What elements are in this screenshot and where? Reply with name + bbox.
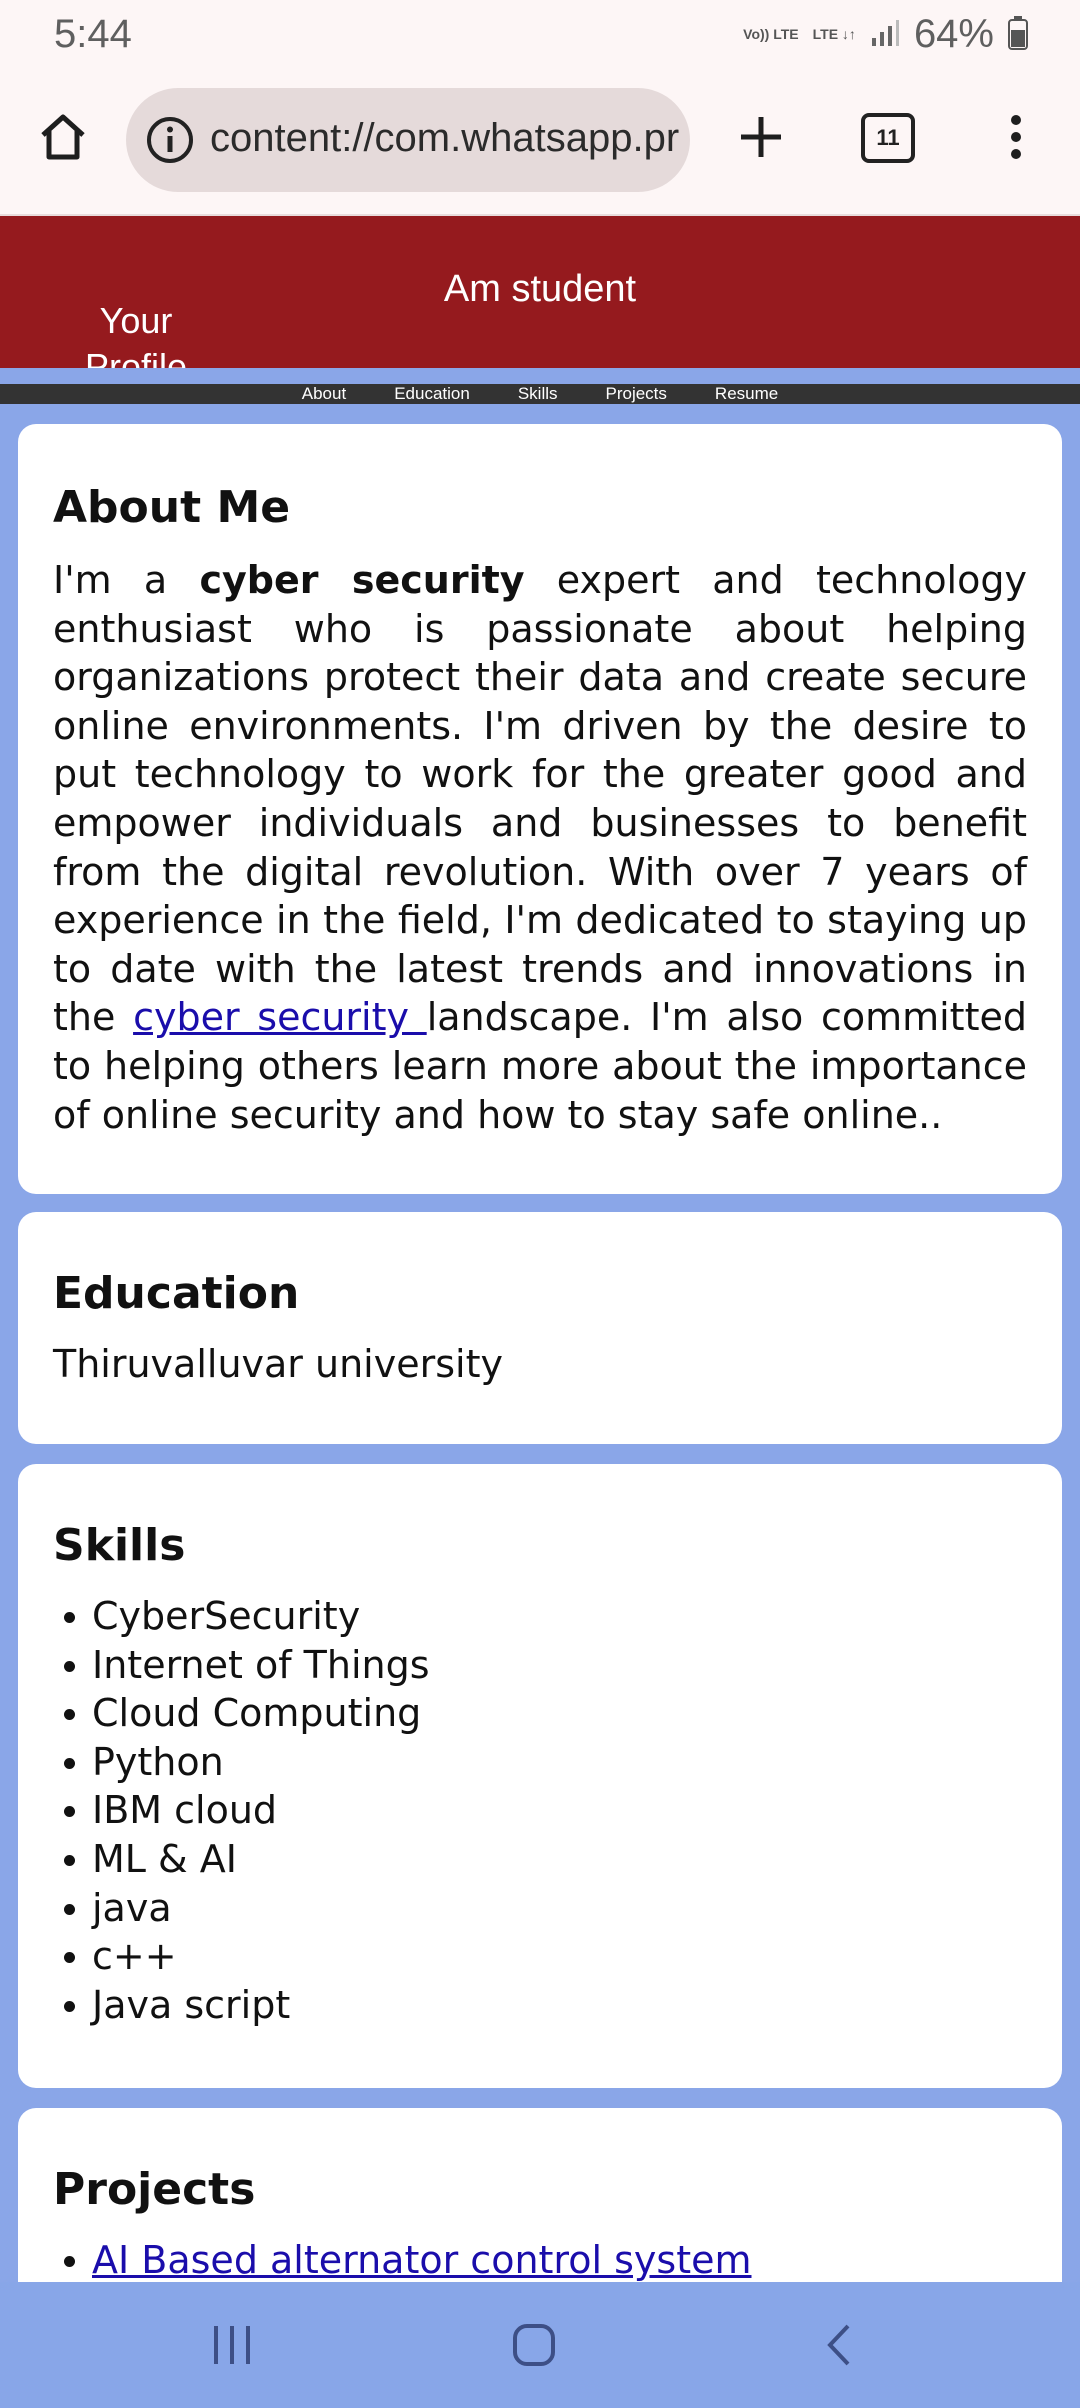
battery-icon — [1008, 15, 1028, 54]
profile-image: Your Profile Image — [84, 300, 188, 368]
about-bold-text: cyber security — [199, 558, 525, 602]
recents-icon — [214, 2326, 250, 2364]
nav-education[interactable]: Education — [394, 384, 470, 404]
about-text-middle: expert and technology enthusiast who is … — [53, 558, 1027, 1040]
education-text: Thiruvalluvar university — [53, 1342, 503, 1386]
projects-list: AI Based alternator control system — [58, 2236, 752, 2285]
about-text-start: I'm a — [53, 558, 200, 602]
back-icon — [827, 2324, 850, 2366]
url-text[interactable]: content://com.whatsapp.pr — [210, 116, 680, 166]
list-item: java — [58, 1884, 430, 1933]
list-item: CyberSecurity — [58, 1592, 430, 1641]
battery-percent: 64% — [913, 12, 994, 56]
volte-indicator: Vo)) LTE — [743, 26, 799, 42]
list-item: Internet of Things — [58, 1641, 430, 1690]
nav-resume[interactable]: Resume — [715, 384, 778, 404]
list-item: Java script — [58, 1981, 430, 2030]
url-bar[interactable]: content://com.whatsapp.pr — [126, 88, 690, 192]
system-nav-bar — [0, 2282, 1080, 2408]
plus-icon — [741, 117, 781, 157]
skills-list: CyberSecurity Internet of Things Cloud C… — [58, 1592, 430, 2029]
home-key-button[interactable] — [494, 2312, 574, 2378]
list-item: ML & AI — [58, 1835, 430, 1884]
list-item: AI Based alternator control system — [58, 2236, 752, 2285]
status-icons: Vo)) LTE LTE ↓↑ 64% — [743, 12, 1028, 57]
skills-heading: Skills — [53, 1520, 186, 1571]
new-tab-button[interactable] — [728, 104, 794, 170]
list-item: IBM cloud — [58, 1786, 430, 1835]
list-item: Python — [58, 1738, 430, 1787]
recents-button[interactable] — [192, 2312, 272, 2378]
education-section: Education Thiruvalluvar university — [18, 1212, 1062, 1444]
page-header: Am student Your Profile Image — [0, 216, 1080, 368]
tab-switcher-button[interactable]: 11 — [860, 110, 916, 166]
lte-indicator: LTE ↓↑ — [812, 26, 856, 42]
home-icon — [41, 114, 85, 160]
projects-heading: Projects — [53, 2164, 256, 2215]
signal-icon — [870, 18, 900, 52]
about-paragraph: I'm a cyber security expert and technolo… — [53, 556, 1027, 1139]
skills-section: Skills CyberSecurity Internet of Things … — [18, 1464, 1062, 2088]
home-button[interactable] — [30, 104, 96, 170]
nav-projects[interactable]: Projects — [606, 384, 667, 404]
nav-skills[interactable]: Skills — [518, 384, 558, 404]
menu-button[interactable] — [990, 104, 1042, 170]
about-heading: About Me — [53, 482, 291, 533]
list-item: c++ — [58, 1932, 430, 1981]
nav-about[interactable]: About — [302, 384, 346, 404]
list-item: Cloud Computing — [58, 1689, 430, 1738]
main-nav: About Education Skills Projects Resume — [0, 384, 1080, 404]
status-bar: 5:44 Vo)) LTE LTE ↓↑ 64% — [0, 0, 1080, 72]
browser-toolbar: content://com.whatsapp.pr 11 — [0, 72, 1080, 216]
education-heading: Education — [53, 1268, 300, 1319]
tabs-icon: 11 — [861, 113, 915, 163]
cyber-security-link[interactable]: cyber security — [133, 995, 427, 1039]
status-time: 5:44 — [54, 12, 132, 56]
home-key-icon — [513, 2324, 555, 2366]
more-vert-icon — [1011, 115, 1021, 159]
about-section: About Me I'm a cyber security expert and… — [18, 424, 1062, 1194]
back-button[interactable] — [798, 2312, 878, 2378]
project-link[interactable]: AI Based alternator control system — [92, 2238, 752, 2282]
info-icon[interactable] — [144, 114, 196, 166]
